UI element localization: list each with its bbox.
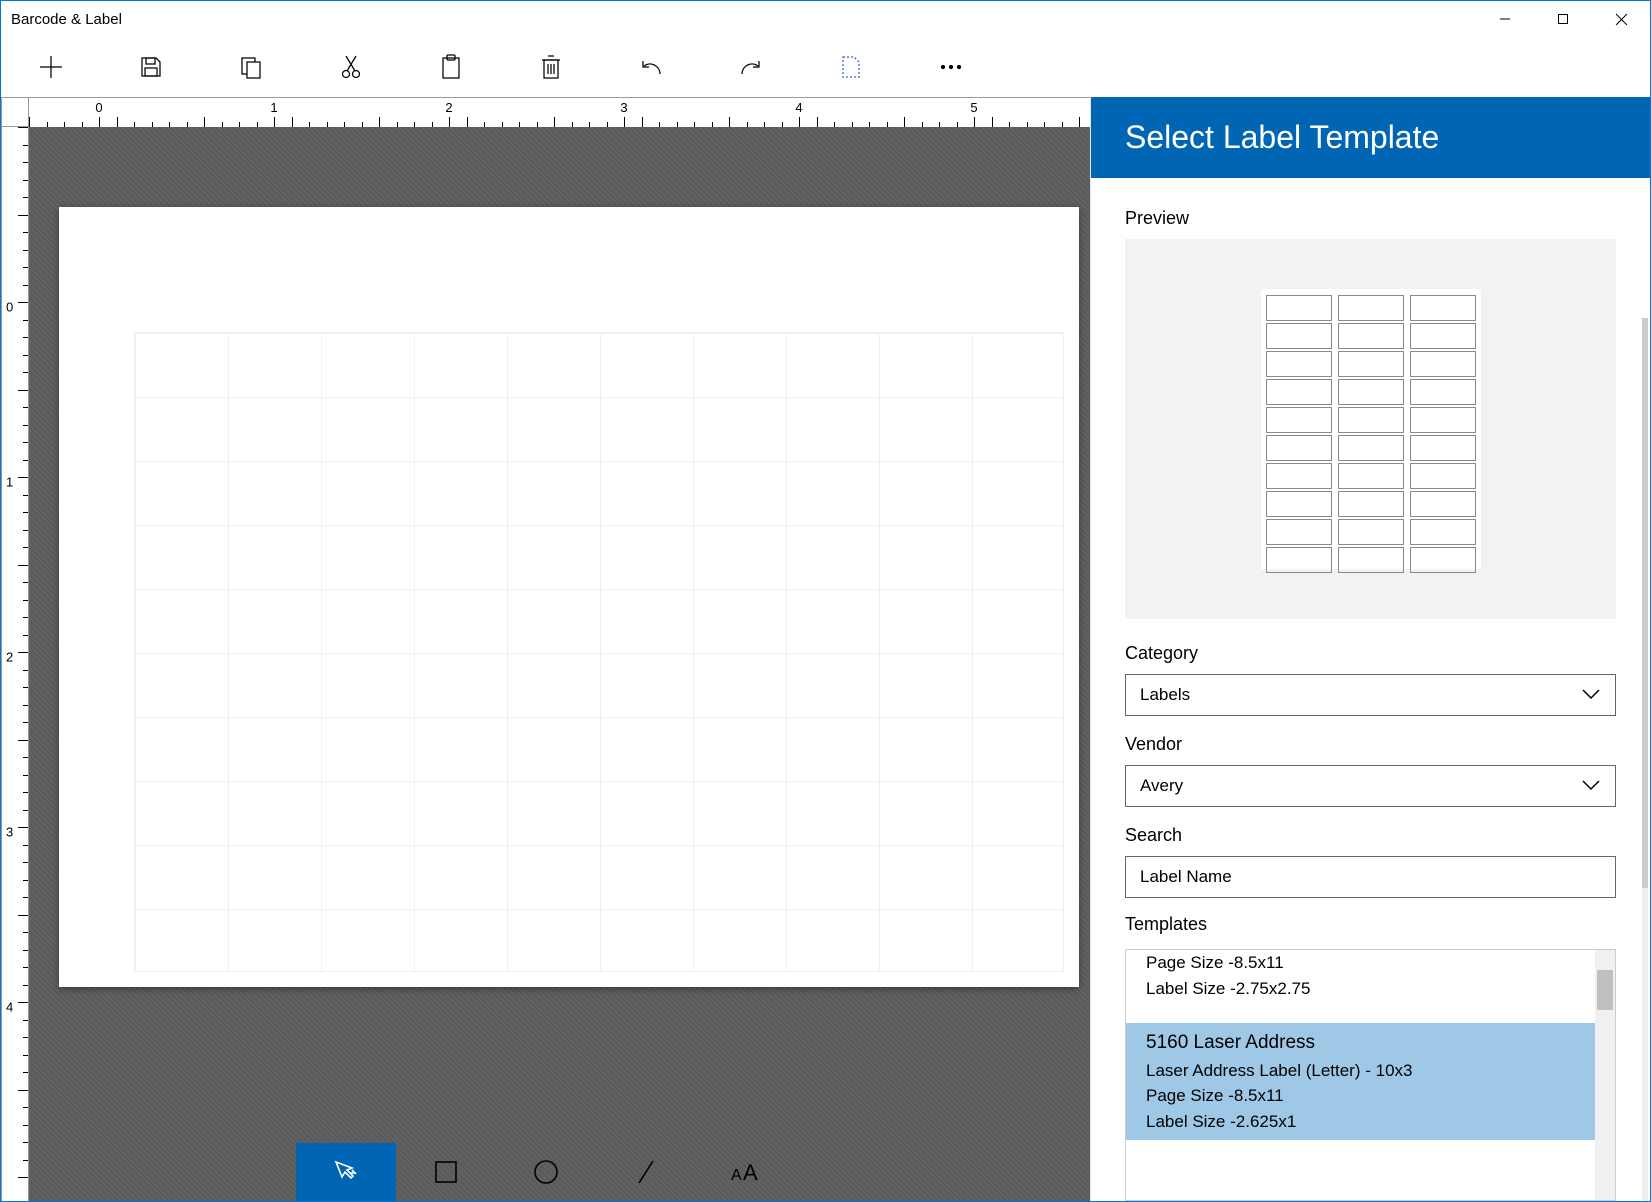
close-button[interactable] <box>1592 1 1650 37</box>
template-item-selected[interactable]: 5160 Laser Address Laser Address Label (… <box>1126 1023 1615 1140</box>
line-tool[interactable] <box>596 1143 696 1201</box>
category-label: Category <box>1125 643 1616 664</box>
vendor-value: Avery <box>1140 776 1183 796</box>
toolbar <box>1 37 1650 97</box>
vendor-label: Vendor <box>1125 734 1616 755</box>
bottom-toolbar: AA <box>1 1143 1090 1201</box>
ruler-horizontal: 012345 <box>29 97 1090 127</box>
template-desc: Laser Address Label (Letter) - 10x3 <box>1146 1058 1591 1084</box>
side-panel: Select Label Template Preview Category L… <box>1090 97 1650 1201</box>
page-sheet <box>59 207 1079 987</box>
copy-button[interactable] <box>201 37 301 97</box>
search-label: Search <box>1125 825 1616 846</box>
ruler-corner <box>1 97 29 127</box>
rectangle-tool[interactable] <box>396 1143 496 1201</box>
window-controls <box>1476 1 1650 37</box>
template-label-size: Label Size -2.625x1 <box>1146 1109 1591 1135</box>
chevron-down-icon <box>1581 776 1601 796</box>
more-button[interactable] <box>901 37 1001 97</box>
panel-scroll-thumb[interactable] <box>1642 318 1648 888</box>
chevron-down-icon <box>1581 685 1601 705</box>
templates-list[interactable]: Page Size -8.5x11 Label Size -2.75x2.75 … <box>1125 949 1616 1201</box>
template-label-size: Label Size -2.75x2.75 <box>1146 976 1591 1002</box>
text-tool[interactable]: AA <box>696 1143 796 1201</box>
preview-sheet <box>1261 289 1481 569</box>
template-title: 5160 Laser Address <box>1146 1029 1591 1058</box>
new-button[interactable] <box>1 37 101 97</box>
search-input[interactable] <box>1125 856 1616 898</box>
undo-button[interactable] <box>601 37 701 97</box>
title-bar: Barcode & Label <box>1 1 1650 37</box>
cut-button[interactable] <box>301 37 401 97</box>
category-dropdown[interactable]: Labels <box>1125 674 1616 716</box>
maximize-button[interactable] <box>1534 1 1592 37</box>
preview-box <box>1125 239 1616 619</box>
templates-label: Templates <box>1125 914 1616 935</box>
page-button[interactable] <box>801 37 901 97</box>
ellipse-tool[interactable] <box>496 1143 596 1201</box>
template-page-size: Page Size -8.5x11 <box>1146 1083 1591 1109</box>
preview-label: Preview <box>1125 208 1616 229</box>
window-title: Barcode & Label <box>11 11 122 28</box>
save-button[interactable] <box>101 37 201 97</box>
list-scroll-thumb[interactable] <box>1597 970 1613 1010</box>
list-scrollbar[interactable] <box>1595 950 1615 1200</box>
redo-button[interactable] <box>701 37 801 97</box>
label-grid <box>134 332 1064 972</box>
preview-grid <box>1266 295 1476 563</box>
template-page-size: Page Size -8.5x11 <box>1146 950 1591 976</box>
canvas[interactable] <box>29 127 1090 1201</box>
svg-text:A: A <box>731 1167 742 1184</box>
main-area: 012345 01234 AA <box>1 97 1650 1201</box>
editor-pane: 012345 01234 AA <box>1 97 1090 1201</box>
panel-title: Select Label Template <box>1091 97 1650 178</box>
ruler-vertical: 01234 <box>1 127 29 1201</box>
select-tool[interactable] <box>296 1143 396 1201</box>
svg-text:A: A <box>743 1160 758 1184</box>
vendor-dropdown[interactable]: Avery <box>1125 765 1616 807</box>
template-item[interactable]: Page Size -8.5x11 Label Size -2.75x2.75 <box>1126 950 1615 1007</box>
paste-button[interactable] <box>401 37 501 97</box>
category-value: Labels <box>1140 685 1190 705</box>
delete-button[interactable] <box>501 37 601 97</box>
minimize-button[interactable] <box>1476 1 1534 37</box>
